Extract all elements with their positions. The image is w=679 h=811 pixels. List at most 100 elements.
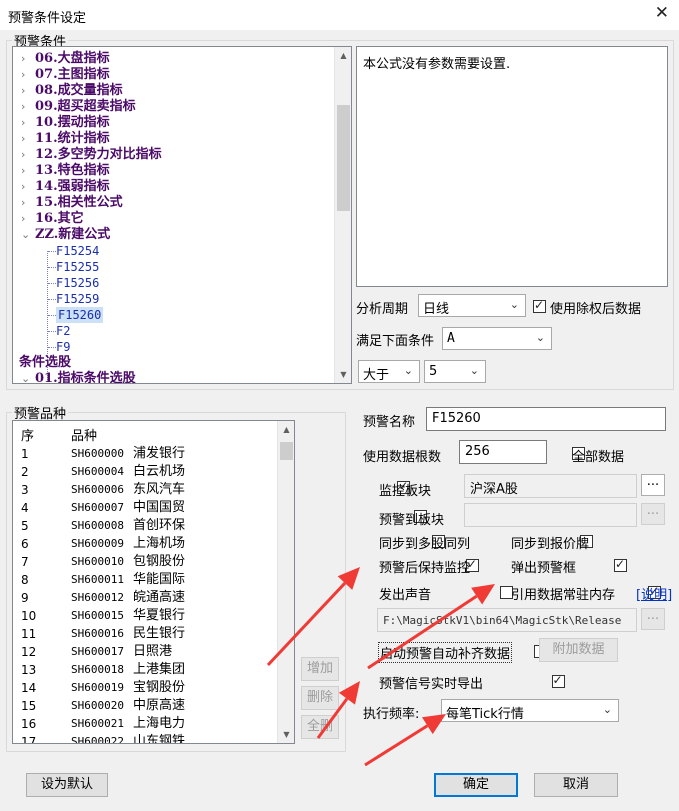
explain-link[interactable]: [说明] [636,584,672,603]
chevron-right-icon[interactable]: › [21,195,35,211]
list-scrollbar[interactable]: ▲ ▼ [277,421,294,743]
tree-item[interactable]: › 08.成交量指标 [21,83,123,99]
arrow-shaft [364,724,429,767]
monitor-board-browse-button[interactable]: ... [641,474,665,496]
tree-item[interactable]: › 10.摆动指标 [21,115,110,131]
chevron-right-icon[interactable]: › [21,51,35,67]
chevron-right-icon[interactable]: › [21,147,35,163]
chevron-right-icon[interactable]: › [21,99,35,115]
set-default-button[interactable]: 设为默认 [26,773,108,797]
add-button[interactable]: 增加 [301,657,339,681]
tree-item[interactable]: › 09.超买超卖指标 [21,99,136,115]
delete-all-button[interactable]: 全删 [301,715,339,739]
bars-input[interactable]: 256 [459,440,547,464]
list-item[interactable]: 5 SH600008 首创环保 [13,517,279,535]
close-icon[interactable]: ✕ [655,3,669,23]
tree-leaf[interactable]: F15254 [56,243,99,259]
list-item[interactable]: 9 SH600012 皖通高速 [13,589,279,607]
chevron-right-icon[interactable]: › [21,115,35,131]
tree-item[interactable]: › 11.统计指标 [21,131,110,147]
chevron-right-icon[interactable]: › [21,67,35,83]
list-cell-code: SH600006 [71,483,124,496]
tree-item[interactable]: › 12.多空势力对比指标 [21,147,162,163]
bars-value: 256 [465,444,490,459]
formula-tree[interactable]: › 06.大盘指标 › 07.主图指标 › 08.成交量指标 › 09.超买超卖指标 › 10.摆… [12,46,352,384]
chevron-right-icon[interactable]: › [21,179,35,195]
tree-item[interactable]: ⌄ ZZ.新建公式 [21,227,110,243]
tree-item[interactable]: › 13.特色指标 [21,163,110,179]
tree-leaf[interactable]: F2 [56,323,70,339]
alert-to-board-browse-button[interactable]: ... [641,503,665,525]
chevron-down-icon[interactable]: ⌄ [21,227,35,243]
export-path-browse-button[interactable]: ... [641,608,665,630]
list-item[interactable]: 7 SH600010 包钢股份 [13,553,279,571]
alert-name-input[interactable]: F15260 [426,407,666,431]
scroll-thumb[interactable] [337,105,350,211]
cancel-button[interactable]: 取消 [534,773,618,797]
delete-button[interactable]: 删除 [301,686,339,710]
list-item[interactable]: 11 SH600016 民生银行 [13,625,279,643]
popup-checkbox[interactable]: ✓ [613,557,627,572]
adjusted-checkbox[interactable]: ✓ [533,298,546,313]
list-cell-no: 9 [21,591,29,605]
list-item[interactable]: 6 SH600009 上海机场 [13,535,279,553]
list-item[interactable]: 8 SH600011 华能国际 [13,571,279,589]
list-item[interactable]: 10 SH600015 华夏银行 [13,607,279,625]
realtime-export-checkbox[interactable]: ✓ [551,673,565,688]
tree-item[interactable]: › 16.其它 [21,211,84,227]
extra-data-button[interactable]: 附加数据 [539,638,618,662]
tree-item[interactable]: › 07.主图指标 [21,67,110,83]
freq-select[interactable]: 每笔Tick行情 ⌄ [441,699,619,722]
condition-value: A [447,331,455,346]
scroll-down-icon[interactable]: ▼ [335,366,351,383]
tree-item-label: ZZ.新建公式 [35,227,111,242]
condition-select[interactable]: A ⌄ [442,327,552,350]
list-item[interactable]: 1 SH600000 浦发银行 [13,445,279,463]
scroll-up-icon[interactable]: ▲ [278,421,294,438]
operator-select[interactable]: 大于 ⌄ [358,360,420,383]
period-select[interactable]: 日线 ⌄ [418,294,526,317]
list-item[interactable]: 4 SH600007 中国国贸 [13,499,279,517]
monitor-board-value: 沪深A股 [470,482,518,497]
stock-list[interactable]: 序 品种 1 SH600000 浦发银行 2 SH600004 白云机场 3 SH600006… [12,420,295,744]
chevron-right-icon[interactable]: › [21,131,35,147]
list-item[interactable]: 17 SH600022 山东钢铁 [13,733,279,743]
list-item[interactable]: 14 SH600019 宝钢股份 [13,679,279,697]
tree-scrollbar[interactable]: ▲ ▼ [334,47,351,383]
list-item[interactable]: 13 SH600018 上港集团 [13,661,279,679]
list-cell-code: SH600011 [71,573,124,586]
chevron-right-icon[interactable]: › [21,163,35,179]
scroll-up-icon[interactable]: ▲ [335,47,351,64]
list-cell-code: SH600009 [71,537,124,550]
tree-item[interactable]: › 15.相关性公式 [21,195,123,211]
chevron-right-icon[interactable]: › [21,83,35,99]
tree-leaf[interactable]: F15259 [56,291,99,307]
tree-item-last[interactable]: ⌄ 01.指标条件选股 [21,371,136,383]
ok-button[interactable]: 确定 [434,773,518,797]
tree-item[interactable]: › 06.大盘指标 [21,51,110,67]
freq-label: 执行频率: [363,707,420,722]
chevron-down-icon[interactable]: ⌄ [21,371,35,383]
alert-to-board-field[interactable] [464,503,637,527]
scroll-thumb[interactable] [280,442,293,460]
list-item[interactable]: 16 SH600021 上海电力 [13,715,279,733]
tree-leaf[interactable]: F15260 [56,307,104,323]
threshold-select[interactable]: 5 ⌄ [424,360,486,383]
list-item[interactable]: 15 SH600020 中原高速 [13,697,279,715]
chevron-right-icon[interactable]: › [21,211,35,227]
title-bar: 预警条件设定 ✕ [0,0,679,30]
tree-item[interactable]: › 14.强弱指标 [21,179,110,195]
monitor-board-field[interactable]: 沪深A股 [464,474,637,498]
tree-section-title[interactable]: 条件选股 [19,355,71,371]
list-item[interactable]: 3 SH600006 东风汽车 [13,481,279,499]
list-cell-name: 皖通高速 [133,590,186,605]
list-item[interactable]: 2 SH600004 白云机场 [13,463,279,481]
tree-leaf[interactable]: F15255 [56,259,99,275]
tree-item-label: 14.强弱指标 [35,179,110,194]
tree-leaf[interactable]: F15256 [56,275,99,291]
list-item[interactable]: 12 SH600017 日照港 [13,643,279,661]
export-path-field[interactable]: F:\MagicStkV1\bin64\MagicStk\Release [377,608,637,632]
tree-leaf[interactable]: F9 [56,339,70,355]
scroll-down-icon[interactable]: ▼ [278,726,294,743]
list-cell-no: 6 [21,537,29,551]
